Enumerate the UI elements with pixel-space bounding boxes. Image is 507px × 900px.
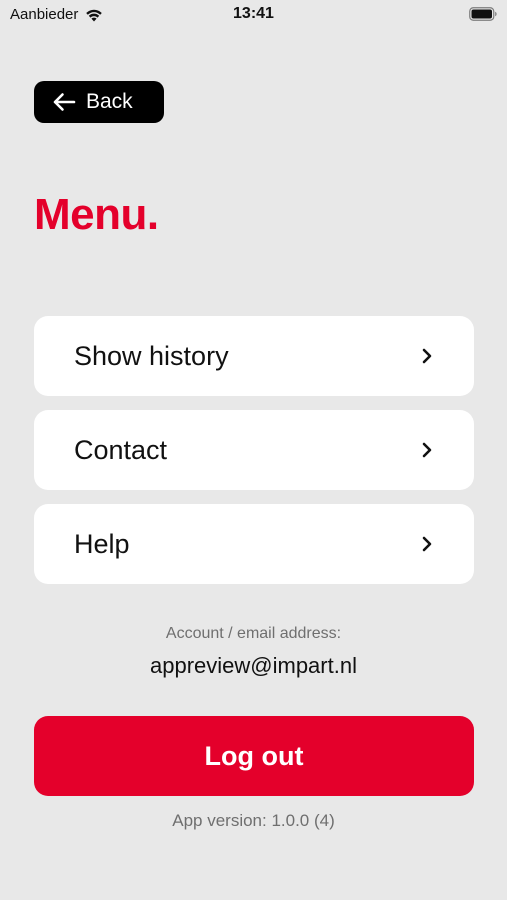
menu-list: Show history Contact Help	[34, 316, 474, 598]
menu-item-help[interactable]: Help	[34, 504, 474, 584]
menu-item-label: Contact	[74, 434, 168, 465]
chevron-right-icon	[422, 348, 432, 364]
chevron-right-icon	[422, 536, 432, 552]
app-version: App version: 1.0.0 (4)	[172, 811, 335, 830]
logout-button-label: Log out	[204, 740, 304, 771]
logout-button[interactable]: Log out	[34, 716, 474, 796]
back-button-label: Back	[86, 90, 133, 113]
menu-item-label: Help	[74, 528, 130, 559]
menu-item-label: Show history	[74, 340, 229, 371]
chevron-right-icon	[422, 442, 432, 458]
clock: 13:41	[233, 5, 274, 22]
battery-icon	[469, 7, 497, 21]
menu-item-contact[interactable]: Contact	[34, 410, 474, 490]
arrow-left-icon	[53, 93, 76, 111]
back-button[interactable]: Back	[34, 81, 164, 123]
status-bar: Aanbieder 13:41	[0, 0, 507, 30]
account-email: appreview@impart.nl	[150, 653, 357, 678]
menu-item-show-history[interactable]: Show history	[34, 316, 474, 396]
page-title: Menu.	[34, 190, 159, 239]
account-caption: Account / email address:	[165, 625, 342, 642]
